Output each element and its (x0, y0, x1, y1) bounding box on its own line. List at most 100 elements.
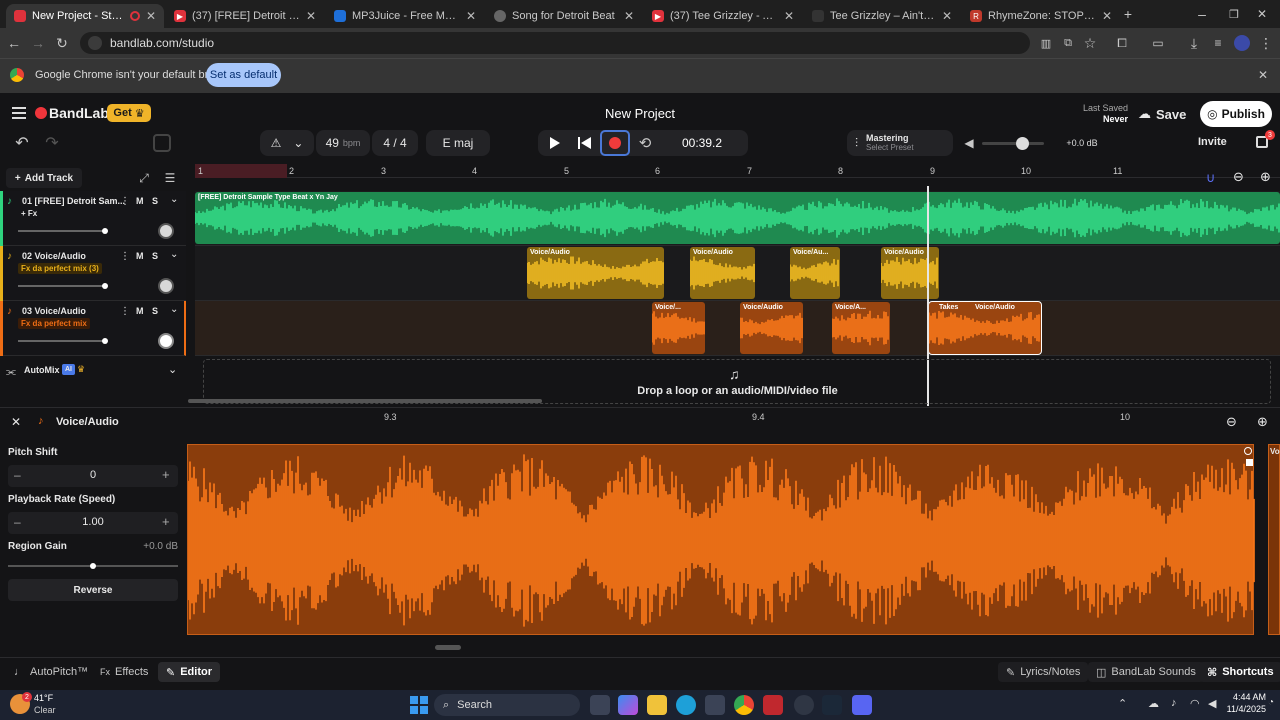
time-signature-field[interactable]: 4 / 4 (372, 130, 418, 156)
playback-rate-stepper[interactable]: – 1.00 + (8, 512, 178, 534)
windows-start-icon[interactable] (410, 696, 428, 714)
zoom-in-icon[interactable]: ⊕ (1260, 169, 1271, 185)
playback-rate-value[interactable]: 1.00 (68, 516, 118, 528)
volume-knob[interactable] (1016, 137, 1029, 150)
url-bar[interactable]: bandlab.com/studio (80, 32, 1030, 54)
add-track-button[interactable]: + Add Track (6, 168, 82, 188)
minus-icon[interactable]: – (14, 515, 21, 529)
downloads-icon[interactable]: ⤓ (1184, 33, 1204, 53)
lyrics-notes-button[interactable]: ✎ Lyrics/Notes (998, 662, 1089, 682)
chevron-down-icon[interactable]: ⌄ (170, 249, 178, 260)
get-membership-button[interactable]: Get ♛ (107, 104, 151, 122)
bandlab-taskbar-icon[interactable] (763, 695, 783, 715)
track-name[interactable]: 02 Voice/Audio (22, 251, 86, 261)
pan-knob[interactable] (158, 333, 174, 349)
close-tab-icon[interactable]: ✕ (942, 9, 952, 23)
skip-to-start-icon[interactable] (578, 136, 592, 150)
bandlab-logo-text[interactable]: BandLab (49, 105, 109, 121)
track-name[interactable]: 03 Voice/Audio (22, 306, 86, 316)
tempo-field[interactable]: 49 bpm (316, 130, 370, 156)
zoom-in-icon[interactable]: ⊕ (1257, 414, 1268, 430)
edge-icon[interactable] (676, 695, 696, 715)
mute-button[interactable]: M (136, 251, 144, 261)
tab-song-detroit[interactable]: Song for Detroit Beat ✕ (486, 4, 642, 28)
chevron-down-icon[interactable]: ⌄ (168, 363, 177, 376)
play-icon[interactable] (550, 137, 560, 149)
effects-tab[interactable]: Fx Effects (100, 662, 148, 682)
takes-label[interactable]: Takes (939, 304, 958, 311)
bookmark-star-icon[interactable]: ☆ (1080, 33, 1100, 53)
undo-icon[interactable]: ↶ (12, 133, 32, 153)
site-info-icon[interactable] (88, 36, 102, 50)
close-tab-icon[interactable]: ✕ (624, 9, 634, 23)
zoom-out-icon[interactable]: ⊖ (1226, 414, 1237, 430)
audio-clip[interactable]: Voice/A... (832, 302, 890, 354)
chevron-down-icon[interactable]: ⌄ (170, 194, 178, 205)
microphone-tray-icon[interactable]: ♪ (1171, 697, 1177, 709)
loop-icon[interactable]: ⟲ (635, 133, 655, 153)
close-tab-icon[interactable]: ✕ (1102, 9, 1112, 23)
new-tab-icon[interactable]: + (1118, 4, 1138, 24)
plus-icon[interactable]: + (162, 467, 170, 482)
audio-clip[interactable]: Voice/... (652, 302, 705, 354)
gain-handle[interactable] (1246, 459, 1253, 466)
editor-scrollbar[interactable] (435, 645, 461, 650)
microphone-icon[interactable]: ♪ (7, 251, 12, 262)
close-tab-icon[interactable]: ✕ (784, 9, 794, 23)
volume-slider[interactable] (18, 283, 108, 289)
fx-button[interactable]: + Fx (21, 209, 37, 218)
reading-mode-icon[interactable]: ▥ (1036, 33, 1056, 53)
automation-icon[interactable]: ⤢ (134, 168, 154, 188)
volume-slider[interactable] (18, 338, 108, 344)
mastering-button[interactable]: ⫶ Mastering Select Preset (847, 130, 953, 156)
forward-icon[interactable]: → (28, 33, 48, 53)
metronome-button[interactable]: ⚠ ⌄ (260, 130, 314, 156)
file-explorer-icon[interactable] (647, 695, 667, 715)
publish-button[interactable]: ◎ Publish (1200, 101, 1272, 127)
close-tab-icon[interactable]: ✕ (306, 9, 316, 23)
track-options-icon[interactable]: ⋮ (120, 306, 130, 317)
notification-bell-icon[interactable]: ◔ (1268, 697, 1274, 708)
mixer-view-icon[interactable] (153, 134, 171, 152)
store-icon[interactable] (705, 695, 725, 715)
editor-tab[interactable]: ✎ Editor (158, 662, 220, 682)
tab-youtube-detroit[interactable]: ▶ (37) [FREE] Detroit Sample Type ✕ (166, 4, 324, 28)
track-header-3[interactable]: ♪ 03 Voice/Audio Fx da perfect mix ⋮ M S… (0, 301, 186, 356)
reverse-button[interactable]: Reverse (8, 579, 178, 601)
track-settings-icon[interactable]: ☰ (160, 168, 180, 188)
track-lane-3[interactable] (195, 301, 1280, 356)
bandlab-sounds-button[interactable]: ◫ BandLab Sounds (1088, 662, 1204, 682)
close-tab-icon[interactable]: ✕ (146, 9, 156, 23)
solo-button[interactable]: S (152, 196, 158, 206)
chevron-down-icon[interactable]: ⌄ (170, 304, 178, 315)
fx-chain-badge[interactable]: Fx da perfect mix (3) (18, 263, 102, 274)
task-view-icon[interactable] (590, 695, 610, 715)
speaker-mute-icon[interactable]: ◀ (959, 133, 979, 153)
tab-new-project[interactable]: New Project - Studio ✕ (6, 4, 164, 28)
solo-button[interactable]: S (152, 306, 158, 316)
next-region[interactable] (1268, 444, 1280, 635)
mute-button[interactable]: M (136, 306, 144, 316)
close-window-icon[interactable]: ✕ (1252, 4, 1272, 24)
back-icon[interactable]: ← (4, 33, 24, 53)
tab-youtube-grizzley[interactable]: ▶ (37) Tee Grizzley - Ain't Nothing ✕ (644, 4, 802, 28)
tab-grizzley-lyrics[interactable]: Tee Grizzley – Ain't Nothing Ne ✕ (804, 4, 960, 28)
editor-waveform-region[interactable] (187, 444, 1255, 635)
fx-chain-badge[interactable]: Fx da perfect mix (18, 318, 90, 329)
chrome-menu-icon[interactable]: ⋮ (1256, 33, 1276, 53)
close-infobar-icon[interactable]: ✕ (1253, 65, 1273, 85)
zoom-out-icon[interactable]: ⊖ (1233, 169, 1244, 185)
track-header-2[interactable]: ♪ 02 Voice/Audio Fx da perfect mix (3) ⋮… (0, 246, 186, 301)
pan-knob[interactable] (158, 223, 174, 239)
save-button[interactable]: ☁ Save (1138, 102, 1196, 126)
audio-clip[interactable]: Voice/Au... (790, 247, 840, 299)
invite-button[interactable]: Invite (1198, 136, 1227, 148)
plus-icon[interactable]: + (162, 514, 170, 529)
volume-slider[interactable] (18, 228, 108, 234)
pitch-shift-value[interactable]: 0 (68, 469, 118, 481)
project-title[interactable]: New Project (560, 106, 720, 121)
discord-icon[interactable] (852, 695, 872, 715)
set-default-button[interactable]: Set as default (206, 63, 281, 87)
region-gain-slider[interactable] (8, 563, 178, 569)
track-name[interactable]: 01 [FREE] Detroit Sam... (22, 196, 125, 206)
